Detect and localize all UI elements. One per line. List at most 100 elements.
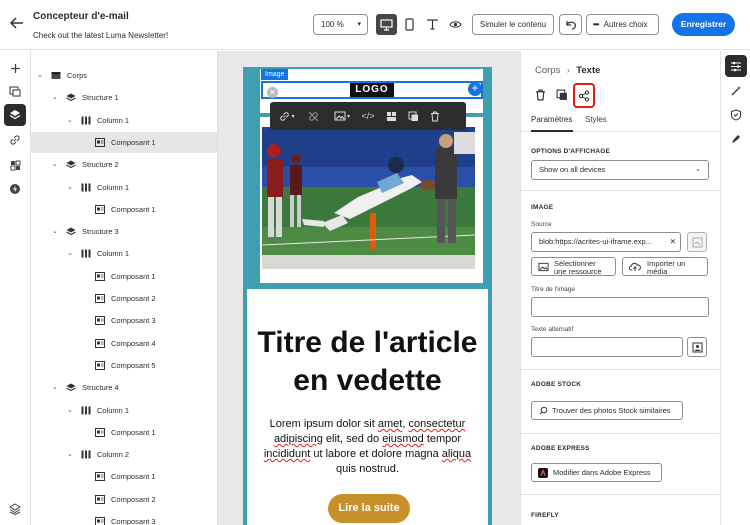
share-fragment-button[interactable] bbox=[578, 89, 590, 107]
display-options-heading: OPTIONS D'AFFICHAGE bbox=[531, 148, 611, 155]
tree-item-column[interactable]: ⌄ Column 2 bbox=[31, 444, 217, 465]
article-body[interactable]: Lorem ipsum dolor sit amet, consectetur … bbox=[263, 417, 472, 477]
back-arrow-icon[interactable] bbox=[8, 15, 26, 33]
image-title-input[interactable] bbox=[531, 297, 709, 317]
tree-item-column[interactable]: ⌄ Column 1 bbox=[31, 110, 217, 131]
import-media-button[interactable]: Importer un média bbox=[622, 257, 708, 276]
tree-item-component[interactable]: Composant 1 bbox=[31, 422, 217, 443]
delete-component-button[interactable] bbox=[535, 88, 546, 106]
link-toolbar-button[interactable]: ▾ bbox=[276, 102, 298, 130]
tree-item-column[interactable]: ⌄ Column 1 bbox=[31, 400, 217, 421]
brand-paint-icon[interactable] bbox=[725, 128, 747, 150]
alt-text-input[interactable] bbox=[531, 337, 683, 357]
tree-item-component[interactable]: Composant 1 bbox=[31, 199, 217, 220]
tree-item-structure[interactable]: ⌄ Structure 1 bbox=[31, 87, 217, 108]
help-layers-icon[interactable] bbox=[4, 498, 26, 520]
more-options-button[interactable]: ••• Autres choix bbox=[586, 14, 659, 35]
article-title[interactable]: Titre de l'article en vedette bbox=[247, 324, 488, 400]
tree-item-label: Column 1 bbox=[97, 249, 130, 259]
properties-panel: Corps › Texte Paramètres Styles OPTIONS … bbox=[520, 51, 719, 525]
columns-icon bbox=[81, 249, 91, 258]
ai-assistant-icon[interactable] bbox=[725, 80, 747, 102]
tree-item-component[interactable]: Composant 5 bbox=[31, 355, 217, 376]
text-view-button[interactable] bbox=[422, 14, 443, 35]
personalize-icon bbox=[692, 342, 702, 352]
link-icon[interactable] bbox=[4, 129, 26, 151]
logo-image-selected[interactable]: LOGO bbox=[261, 81, 483, 99]
tree-item-structure[interactable]: ⌄ Structure 3 bbox=[31, 221, 217, 242]
edit-in-express-button[interactable]: Modifier dans Adobe Express bbox=[531, 463, 662, 482]
device-toggle-group bbox=[376, 14, 468, 35]
duplicate-toolbar-button[interactable] bbox=[402, 102, 424, 130]
image-toolbar-button[interactable]: ▾ bbox=[328, 102, 356, 130]
tree-item-component[interactable]: Composant 1 bbox=[31, 131, 217, 153]
tree-item-column[interactable]: ⌄ Column 1 bbox=[31, 177, 217, 198]
chevron-down-icon[interactable]: ⌄ bbox=[37, 65, 43, 86]
clear-icon[interactable]: ✕ bbox=[667, 233, 676, 251]
add-component-icon[interactable]: + bbox=[468, 82, 482, 96]
tree-item-body[interactable]: ⌄ Corps bbox=[31, 65, 217, 86]
mobile-view-button[interactable] bbox=[399, 14, 420, 35]
layers-icon[interactable] bbox=[4, 104, 26, 126]
duplicate-component-button[interactable] bbox=[556, 88, 568, 106]
chevron-down-icon[interactable]: ⌄ bbox=[67, 400, 73, 421]
select-resource-button[interactable]: Sélectionner une ressource bbox=[531, 257, 616, 276]
settings-sliders-icon[interactable] bbox=[725, 55, 747, 77]
undo-button[interactable] bbox=[559, 14, 582, 35]
email-canvas: Titre de l'article en vedette Lorem ipsu… bbox=[218, 51, 520, 525]
preview-button[interactable] bbox=[445, 14, 466, 35]
unlink-toolbar-button[interactable] bbox=[298, 102, 328, 130]
desktop-view-button[interactable] bbox=[376, 14, 397, 35]
tree-item-label: Composant 2 bbox=[111, 494, 156, 504]
tree-item-component[interactable]: Composant 3 bbox=[31, 511, 217, 525]
text-icon bbox=[427, 19, 438, 30]
display-select[interactable]: Show on all devices ⌄ bbox=[531, 160, 709, 180]
code-toolbar-button[interactable]: </> bbox=[356, 102, 380, 130]
body-text: aliqua bbox=[441, 448, 472, 460]
chevron-down-icon[interactable]: ⌄ bbox=[52, 87, 58, 108]
code-icon: </> bbox=[361, 111, 375, 121]
source-asset-picker-button[interactable] bbox=[687, 232, 707, 252]
tree-item-structure[interactable]: ⌄ Structure 4 bbox=[31, 377, 217, 398]
football-photo[interactable] bbox=[262, 127, 475, 269]
chevron-down-icon[interactable]: ⌄ bbox=[67, 110, 73, 131]
article-section[interactable]: Titre de l'article en vedette Lorem ipsu… bbox=[247, 289, 488, 525]
tree-item-component[interactable]: Composant 3 bbox=[31, 310, 217, 331]
close-icon[interactable]: ✕ bbox=[267, 87, 278, 98]
tree-item-label: Composant 1 bbox=[111, 427, 156, 437]
chevron-down-icon[interactable]: ⌄ bbox=[52, 154, 58, 175]
tree-item-component[interactable]: Composant 2 bbox=[31, 288, 217, 309]
find-stock-photos-button[interactable]: Trouver des photos Stock similaires bbox=[531, 401, 683, 420]
assets-icon[interactable] bbox=[4, 80, 26, 102]
tab-styles[interactable]: Styles bbox=[585, 115, 607, 124]
fragments-icon[interactable] bbox=[4, 154, 26, 176]
add-icon[interactable] bbox=[4, 57, 26, 79]
tree-item-component[interactable]: Composant 2 bbox=[31, 489, 217, 510]
select-parent-toolbar-button[interactable] bbox=[380, 102, 402, 130]
tree-item-column[interactable]: ⌄ Column 1 bbox=[31, 243, 217, 264]
chevron-down-icon[interactable]: ⌄ bbox=[67, 177, 73, 198]
personalization-icon[interactable] bbox=[4, 178, 26, 200]
breadcrumb: Corps › Texte bbox=[535, 65, 600, 76]
zoom-select[interactable]: 100 % ▾ bbox=[313, 14, 368, 35]
tree-item-component[interactable]: Composant 1 bbox=[31, 266, 217, 287]
chevron-down-icon[interactable]: ⌄ bbox=[67, 243, 73, 264]
component-icon bbox=[95, 338, 105, 348]
save-button[interactable]: Enregistrer bbox=[672, 13, 735, 36]
chevron-down-icon[interactable]: ⌄ bbox=[52, 377, 58, 398]
image-component-tag: Image bbox=[261, 69, 289, 80]
firefly-heading: FIREFLY bbox=[531, 512, 559, 519]
source-input[interactable]: blob:https://acrites-ui-iframe.exp... ✕ bbox=[531, 232, 681, 252]
tab-parameters[interactable]: Paramètres bbox=[531, 115, 572, 124]
read-more-button[interactable]: Lire la suite bbox=[328, 494, 410, 523]
chevron-down-icon[interactable]: ⌄ bbox=[67, 444, 73, 465]
simulate-content-button[interactable]: Simuler le contenu bbox=[472, 14, 554, 35]
tree-item-structure[interactable]: ⌄ Structure 2 bbox=[31, 154, 217, 175]
alt-text-personalize-button[interactable] bbox=[687, 337, 707, 357]
tree-item-component[interactable]: Composant 4 bbox=[31, 333, 217, 354]
chevron-down-icon[interactable]: ⌄ bbox=[52, 221, 58, 242]
accessibility-icon[interactable] bbox=[725, 104, 747, 126]
breadcrumb-parent[interactable]: Corps bbox=[535, 65, 560, 76]
delete-toolbar-button[interactable] bbox=[424, 102, 446, 130]
tree-item-component[interactable]: Composant 1 bbox=[31, 466, 217, 487]
